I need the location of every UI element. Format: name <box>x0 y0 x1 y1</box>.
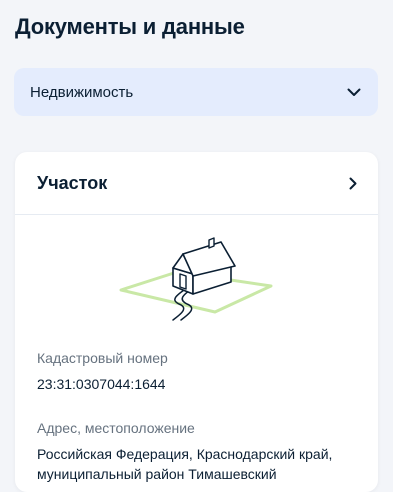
address-value: Российская Федерация, Краснодарский край… <box>37 446 333 482</box>
category-select[interactable]: Недвижимость <box>14 68 378 116</box>
category-select-value: Недвижимость <box>30 83 134 101</box>
house-on-land-plot-icon <box>117 234 277 326</box>
chevron-down-icon <box>346 84 362 100</box>
cadastral-number-value: 23:31:0307044:1644 <box>37 376 166 392</box>
property-card-header[interactable]: Участок <box>15 152 378 215</box>
property-card-title: Участок <box>37 172 108 193</box>
chevron-right-icon <box>346 176 360 190</box>
address-label: Адрес, местоположение <box>37 420 195 436</box>
cadastral-number-label: Кадастровый номер <box>37 350 168 366</box>
property-card: Участок Кадастровый номер 23:31:0307044:… <box>15 152 378 492</box>
page-title: Документы и данные <box>15 14 245 39</box>
